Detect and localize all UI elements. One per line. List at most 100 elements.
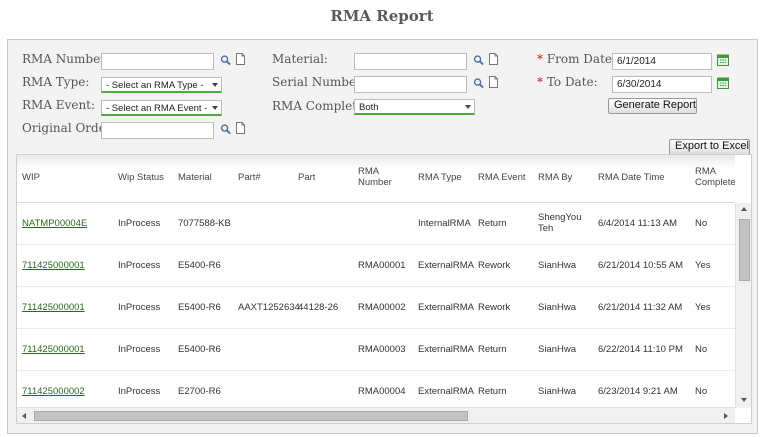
to-date-input[interactable]: 6/30/2014 [612, 76, 712, 93]
rma-complete-cell: No [695, 218, 708, 229]
column-header-rma-date-time[interactable]: RMA Date Time [598, 172, 665, 183]
wip-link[interactable]: 711425000001 [22, 344, 85, 355]
calendar-icon[interactable] [717, 77, 729, 89]
wip-link[interactable]: 711425000002 [22, 386, 85, 397]
rma-type-label: RMA Type: [22, 75, 90, 89]
column-header-part[interactable]: Part [298, 172, 315, 183]
search-icon[interactable] [473, 77, 484, 89]
rma-by-line1: ShengYou [538, 212, 582, 223]
document-icon[interactable] [235, 53, 246, 65]
grid-header: WIP Wip Status Material Part# Part RMA Nu… [17, 155, 735, 203]
horizontal-scroll-thumb[interactable] [34, 411, 468, 421]
column-header-wip-status[interactable]: Wip Status [118, 172, 164, 183]
rma-by-line1: SianHwa [538, 344, 577, 355]
scroll-right-icon[interactable] [724, 413, 728, 419]
material-input[interactable] [354, 53, 467, 70]
part-cell: 44128-26 [298, 302, 339, 313]
to-date-label: * To Date: [537, 75, 598, 89]
column-header-wip[interactable]: WIP [22, 172, 40, 183]
rma-type-select[interactable]: - Select an RMA Type - [101, 77, 222, 93]
vertical-scrollbar[interactable] [735, 203, 751, 408]
rma-event-label: RMA Event: [22, 98, 96, 112]
rma-type-value: - Select an RMA Type - [106, 80, 204, 91]
export-to-excel-button[interactable]: Export to Excel [669, 139, 750, 155]
rma-type-cell: ExternalRMA [418, 260, 474, 271]
rma-date-time-cell: 6/21/2014 10:55 AM [598, 260, 684, 271]
serial-number-input[interactable] [354, 76, 467, 93]
rma-number-cell: RMA00003 [358, 344, 406, 355]
calendar-icon[interactable] [717, 54, 729, 66]
scroll-down-icon[interactable] [741, 398, 747, 402]
table-row: 711425000001 InProcess E5400-R6 AAXT1252634… [17, 287, 735, 329]
column-header-rma-complete-line1: RMA [695, 166, 717, 177]
search-icon[interactable] [220, 54, 231, 66]
column-header-rma-event[interactable]: RMA Event [478, 172, 526, 183]
from-date-input[interactable]: 6/1/2014 [612, 53, 712, 70]
rma-number-cell: RMA00004 [358, 386, 406, 397]
original-order-input[interactable] [101, 122, 214, 139]
wip-status-cell: InProcess [118, 218, 161, 229]
wip-link[interactable]: NATMP00004E [22, 218, 87, 229]
column-header-rma-complete[interactable]: RMA Complete [695, 166, 735, 188]
rma-date-time-cell: 6/23/2014 9:21 AM [598, 386, 678, 397]
scroll-left-icon[interactable] [22, 413, 26, 419]
rma-by-cell: SianHwa [538, 302, 576, 313]
horizontal-scrollbar[interactable] [17, 407, 735, 423]
rma-by-cell: SianHwa [538, 260, 576, 271]
rma-date-time-cell: 6/22/2014 11:10 PM [598, 344, 683, 355]
column-header-rma-type[interactable]: RMA Type [418, 172, 462, 183]
document-icon[interactable] [488, 76, 499, 88]
rma-event-select[interactable]: - Select an RMA Event - [101, 100, 222, 116]
table-row: 711425000001 InProcess E5400-R6 RMA00001 Ext… [17, 245, 735, 287]
rma-by-cell: ShengYou Teh [538, 212, 582, 234]
document-icon[interactable] [488, 53, 499, 65]
search-icon[interactable] [220, 123, 231, 135]
rma-number-label: RMA Number: [22, 52, 110, 66]
search-icon[interactable] [473, 54, 484, 66]
rma-event-cell: Return [478, 386, 507, 397]
wip-status-cell: InProcess [118, 260, 161, 271]
rma-event-cell: Rework [478, 302, 511, 313]
rma-date-time-cell: 6/4/2014 11:13 AM [598, 218, 678, 229]
wip-status-cell: InProcess [118, 344, 161, 355]
column-header-rma-number[interactable]: RMA Number [358, 166, 392, 188]
rma-type-cell: InternalRMA [418, 218, 471, 229]
filter-panel: RMA Number: RMA Type: - Select an RMA Ty… [7, 39, 758, 434]
rma-by-line1: SianHwa [538, 260, 577, 271]
material-cell: E2700-R6 [178, 386, 221, 397]
chevron-down-icon [212, 106, 218, 110]
document-icon[interactable] [235, 122, 246, 134]
column-header-rma-by[interactable]: RMA By [538, 172, 572, 183]
rma-number-cell: RMA00002 [358, 302, 406, 313]
rma-complete-cell: No [695, 344, 708, 355]
table-row: NATMP00004E InProcess 7077588-KB InternalRM… [17, 203, 735, 245]
column-header-rma-number-line2: Number [358, 177, 392, 188]
rma-date-time-cell: 6/21/2014 11:32 AM [598, 302, 683, 313]
rma-type-cell: ExternalRMA [418, 302, 474, 313]
rma-complete-cell: Yes [695, 302, 711, 313]
wip-link[interactable]: 711425000001 [22, 260, 85, 271]
rma-results-grid: WIP Wip Status Material Part# Part RMA Nu… [16, 154, 752, 424]
rma-by-cell: SianHwa [538, 386, 576, 397]
wip-status-cell: InProcess [118, 386, 161, 397]
page-title: RMA Report [330, 7, 434, 25]
rma-by-cell: SianHwa [538, 344, 576, 355]
generate-report-button[interactable]: Generate Report [608, 98, 697, 114]
column-header-rma-complete-line2: Complete [695, 177, 735, 188]
rma-complete-select[interactable]: Both [354, 99, 475, 115]
material-label: Material: [272, 52, 328, 66]
scroll-up-icon[interactable] [741, 207, 747, 211]
wip-link[interactable]: 711425000001 [22, 302, 85, 313]
material-cell: E5400-R6 [178, 302, 221, 313]
column-header-part-no[interactable]: Part# [238, 172, 261, 183]
rma-number-input[interactable] [101, 53, 214, 70]
vertical-scroll-thumb[interactable] [739, 219, 750, 281]
chevron-down-icon [465, 105, 471, 109]
rma-by-line2: Teh [538, 223, 554, 234]
part-no-cell: AAXT1252634 [238, 302, 300, 313]
column-header-material[interactable]: Material [178, 172, 212, 183]
material-cell: E5400-R6 [178, 344, 221, 355]
rma-complete-cell: No [695, 386, 708, 397]
wip-status-cell: InProcess [118, 302, 161, 313]
rma-event-cell: Return [478, 218, 507, 229]
